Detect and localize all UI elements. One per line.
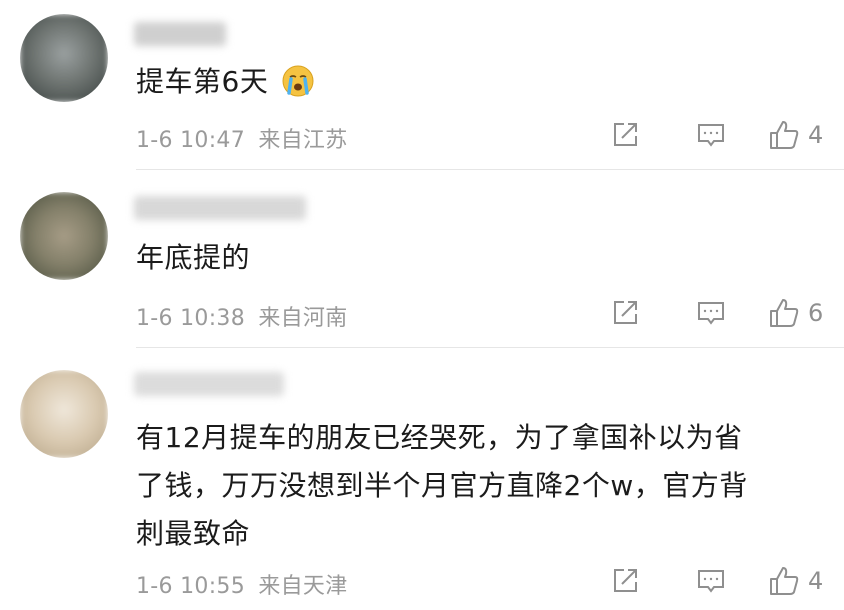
avatar[interactable] <box>20 370 108 458</box>
comment-item: 提车第6天 1-6 10:47 来自江苏 4 <box>0 0 844 170</box>
reply-icon <box>698 302 724 325</box>
crying-emoji-icon <box>282 64 314 112</box>
comment-location: 来自河南 <box>258 306 348 331</box>
share-icon <box>614 301 637 324</box>
share-icon <box>614 569 637 592</box>
avatar[interactable] <box>20 192 108 280</box>
comment-text-content: 提车第6天 <box>136 65 269 98</box>
avatar[interactable] <box>20 14 108 102</box>
username-blurred[interactable] <box>134 372 284 396</box>
username-blurred[interactable] <box>134 22 226 46</box>
comment-item: 有12月提车的朋友已经哭死，为了拿国补以为省 了钱，万万没想到半个月官方直降2个… <box>0 348 844 610</box>
comment-item: 年底提的 1-6 10:38 来自河南 6 <box>0 170 844 348</box>
comment-meta: 1-6 10:47 来自江苏 <box>136 122 348 154</box>
like-button[interactable]: 4 <box>768 119 826 151</box>
comment-text: 有12月提车的朋友已经哭死，为了拿国补以为省 了钱，万万没想到半个月官方直降2个… <box>136 414 814 558</box>
comment-meta: 1-6 10:38 来自河南 <box>136 300 348 332</box>
comment-location: 来自天津 <box>258 574 348 599</box>
comment-time: 1-6 10:38 <box>136 306 246 331</box>
comment-actions: 4 <box>610 118 826 152</box>
share-button[interactable] <box>610 120 640 150</box>
reply-button[interactable] <box>696 566 726 596</box>
comment-text-line: 刺最致命 <box>136 517 251 550</box>
like-button[interactable]: 6 <box>768 297 826 329</box>
comment-text: 提车第6天 <box>136 58 814 112</box>
comment-actions: 4 <box>610 564 826 598</box>
comment-time: 1-6 10:55 <box>136 574 246 599</box>
username-blurred[interactable] <box>134 196 306 220</box>
comment-actions: 6 <box>610 296 826 330</box>
comment-text: 年底提的 <box>136 234 814 282</box>
comment-text-line: 了钱，万万没想到半个月官方直降2个w，官方背 <box>136 469 748 502</box>
reply-icon <box>698 570 724 593</box>
share-button[interactable] <box>610 298 640 328</box>
like-count: 6 <box>808 299 824 327</box>
reply-icon <box>698 124 724 147</box>
share-button[interactable] <box>610 566 640 596</box>
share-icon <box>614 123 637 146</box>
thumbs-up-icon <box>770 121 799 149</box>
thumbs-up-icon <box>770 299 799 327</box>
reply-button[interactable] <box>696 120 726 150</box>
like-count: 4 <box>808 567 824 595</box>
comment-location: 来自江苏 <box>258 128 348 153</box>
like-button[interactable]: 4 <box>768 565 826 597</box>
comment-meta: 1-6 10:55 来自天津 <box>136 568 348 600</box>
comment-text-line: 有12月提车的朋友已经哭死，为了拿国补以为省 <box>136 421 743 454</box>
like-count: 4 <box>808 121 824 149</box>
comment-time: 1-6 10:47 <box>136 128 246 153</box>
thumbs-up-icon <box>770 567 799 595</box>
comment-text-content: 年底提的 <box>136 241 251 274</box>
reply-button[interactable] <box>696 298 726 328</box>
